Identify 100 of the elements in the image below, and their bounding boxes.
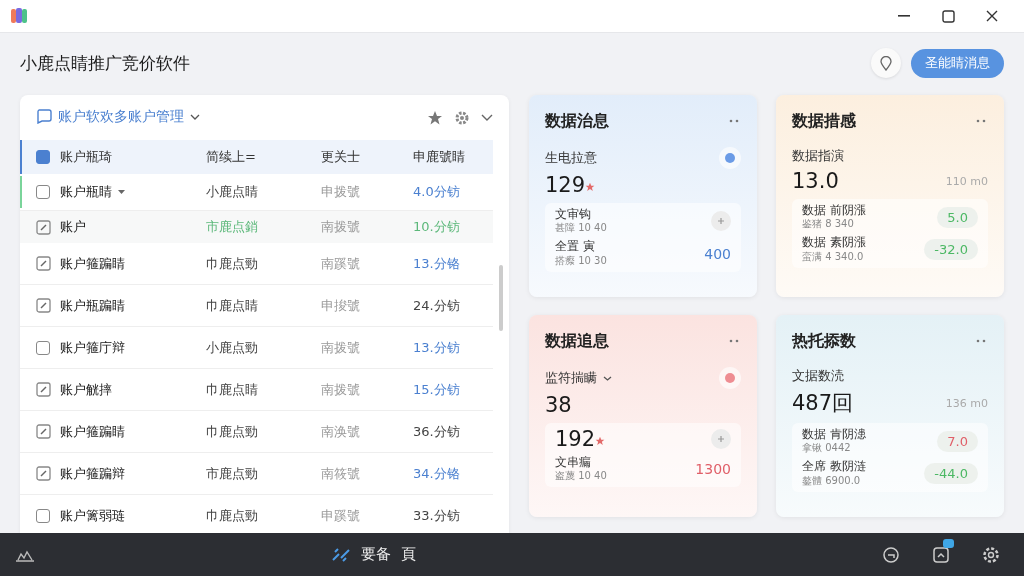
plus-icon bbox=[717, 217, 725, 226]
column-header[interactable]: 申鹿號睛 bbox=[413, 148, 493, 166]
account-name[interactable]: 账户瓶蹁睛 bbox=[60, 296, 125, 315]
metric-value: 129 bbox=[545, 173, 586, 197]
card-title: 热托掭数 bbox=[792, 330, 856, 352]
metric-note: 110 m0 bbox=[945, 174, 988, 188]
table-row[interactable]: 账户箍蹁睛 巾鹿点勁 南涣號 36.分钫 bbox=[20, 411, 493, 453]
table-cell-text: 巾鹿点睛 bbox=[206, 296, 259, 315]
table-cell-text: 33.分钫 bbox=[413, 506, 461, 525]
location-pin-button[interactable] bbox=[871, 48, 901, 78]
table-row[interactable]: 账户瓶蹁睛 巾鹿点睛 申捘號 24.分钫 bbox=[20, 285, 493, 327]
chevron-down-icon bbox=[190, 113, 200, 120]
item-detail: 甚障 10 40 bbox=[555, 221, 607, 236]
chat-icon bbox=[36, 109, 52, 124]
table-cell-text: 小鹿点睛 bbox=[206, 183, 259, 201]
messages-button[interactable] bbox=[932, 545, 950, 564]
sync-icon bbox=[882, 545, 900, 564]
table-cell-text: 15.分钫 bbox=[413, 380, 461, 399]
plus-icon bbox=[717, 435, 725, 443]
card-title: 数据措感 bbox=[792, 110, 856, 132]
metric-value: 192 bbox=[555, 427, 596, 451]
table-cell-text: 小鹿点勁 bbox=[206, 338, 259, 357]
checkbox[interactable] bbox=[36, 185, 50, 199]
table-cell-text: 南拨號 bbox=[321, 218, 361, 236]
item-name: 全席 教阴涟 bbox=[802, 459, 866, 474]
table-cell-text: 南筱號 bbox=[321, 464, 361, 483]
status-label: 要备 bbox=[360, 545, 391, 564]
table-cell-text: 36.分钫 bbox=[413, 422, 461, 441]
chevron-down-icon[interactable] bbox=[481, 113, 493, 122]
item-name: 数据 前阴漲 bbox=[802, 203, 866, 218]
item-value: 400 bbox=[704, 245, 731, 262]
metric-value: 13.0 bbox=[792, 169, 839, 193]
item-detail: 鉴猪 8 340 bbox=[802, 217, 855, 232]
account-name[interactable]: 账户箍蹁睛 bbox=[60, 254, 125, 273]
account-name[interactable]: 账户觥摔 bbox=[60, 380, 112, 399]
metric-label: 监符揣瞒 bbox=[545, 369, 597, 387]
messages-icon bbox=[932, 545, 950, 564]
column-header[interactable]: 账户瓶琦 bbox=[60, 148, 206, 166]
item-name: 数据 素阴漲 bbox=[802, 235, 866, 250]
settings-icon bbox=[981, 544, 1001, 565]
more-icon[interactable] bbox=[729, 119, 741, 123]
table-row[interactable]: 账户箍蹁睛 巾鹿点勁 南蹊號 13.分铬 bbox=[20, 243, 493, 285]
table-cell-text: 巾鹿点勁 bbox=[206, 254, 259, 273]
caret-icon[interactable] bbox=[118, 190, 125, 194]
more-icon[interactable] bbox=[729, 339, 741, 343]
item-detail: 搭瘵 10 30 bbox=[555, 253, 607, 268]
checkbox[interactable] bbox=[36, 508, 50, 523]
card-title: 数据追息 bbox=[545, 330, 609, 352]
table-cell-text: 申拨號 bbox=[321, 183, 361, 201]
more-icon[interactable] bbox=[976, 339, 988, 343]
item-detail: 盗蔑 10 40 bbox=[555, 469, 607, 484]
account-name[interactable]: 账户箍蹁睛 bbox=[60, 422, 125, 441]
change-badge: -32.0 bbox=[924, 239, 978, 261]
table-cell-text: 南蹊號 bbox=[321, 254, 361, 273]
item-detail: 蛮满 4 340.0 bbox=[802, 249, 865, 264]
item-value: 1300 bbox=[695, 461, 731, 478]
column-header[interactable]: 简续上= bbox=[206, 148, 321, 166]
table-cell-text: 申蹊號 bbox=[321, 506, 361, 525]
column-header[interactable]: 更关士 bbox=[321, 148, 413, 166]
table-cell-text: 南拨號 bbox=[321, 380, 361, 399]
star-icon[interactable] bbox=[427, 109, 443, 126]
item-name: 文串瘺 bbox=[555, 455, 592, 470]
table-cell-text: 34.分铬 bbox=[413, 464, 461, 483]
change-badge: 7.0 bbox=[937, 430, 978, 452]
metric-label: 数据指演 bbox=[792, 147, 844, 165]
maximize-icon bbox=[941, 9, 955, 23]
account-name[interactable]: 账户箍蹁辩 bbox=[60, 464, 125, 483]
metric-value: 487回 bbox=[792, 391, 854, 415]
table-cell-text: 南涣號 bbox=[321, 422, 361, 441]
app-title: 小鹿点睛推广竞价软件 bbox=[20, 51, 191, 75]
table-cell-text: 申捘號 bbox=[321, 296, 361, 315]
card-title: 数据治息 bbox=[545, 110, 609, 132]
table-cell-text: 南拨號 bbox=[321, 338, 361, 357]
account-tab[interactable]: 账户软欢多账户管理 bbox=[36, 95, 200, 140]
checkbox[interactable] bbox=[36, 340, 50, 355]
table-row[interactable]: 账户箍庁辩 小鹿点勁 南拨號 13.分钫 bbox=[20, 327, 493, 369]
account-name[interactable]: 账户瓶睛 bbox=[60, 183, 112, 201]
table-row[interactable]: 账户箍蹁辩 市鹿点勁 南筱號 34.分铬 bbox=[20, 453, 493, 495]
item-detail: 拿锹 0442 bbox=[802, 441, 852, 456]
metric-label: 生电拉意 bbox=[545, 149, 597, 167]
table-cell-text: 4.0分钫 bbox=[413, 183, 461, 201]
scrollbar[interactable] bbox=[499, 265, 503, 331]
add-button[interactable] bbox=[711, 429, 731, 449]
chevron-down-icon[interactable] bbox=[603, 375, 612, 381]
add-button[interactable] bbox=[711, 211, 731, 232]
account-name[interactable]: 账户 bbox=[60, 218, 86, 236]
table-cell-text: 巾鹿点睛 bbox=[206, 380, 259, 399]
metric-value: 38 bbox=[545, 393, 572, 417]
status-label: 頁 bbox=[400, 545, 416, 564]
item-detail: 鏊體 6900.0 bbox=[802, 473, 862, 488]
account-name[interactable]: 账户箍庁辩 bbox=[60, 338, 125, 357]
metric-label: 文据数涜 bbox=[792, 367, 844, 385]
location-pin-icon bbox=[880, 55, 892, 71]
table-cell-text: 市鹿点勁 bbox=[206, 464, 259, 483]
account-name[interactable]: 账户篱弱琏 bbox=[60, 506, 125, 525]
select-all-icon[interactable] bbox=[36, 150, 50, 164]
more-icon[interactable] bbox=[976, 119, 988, 123]
table-row[interactable]: 账户觥摔 巾鹿点睛 南拨號 15.分钫 bbox=[20, 369, 493, 411]
table-row[interactable]: 账户 市鹿点銷 南拨號 10.分钫 bbox=[20, 211, 493, 243]
item-name: 文审钩 bbox=[555, 207, 592, 222]
